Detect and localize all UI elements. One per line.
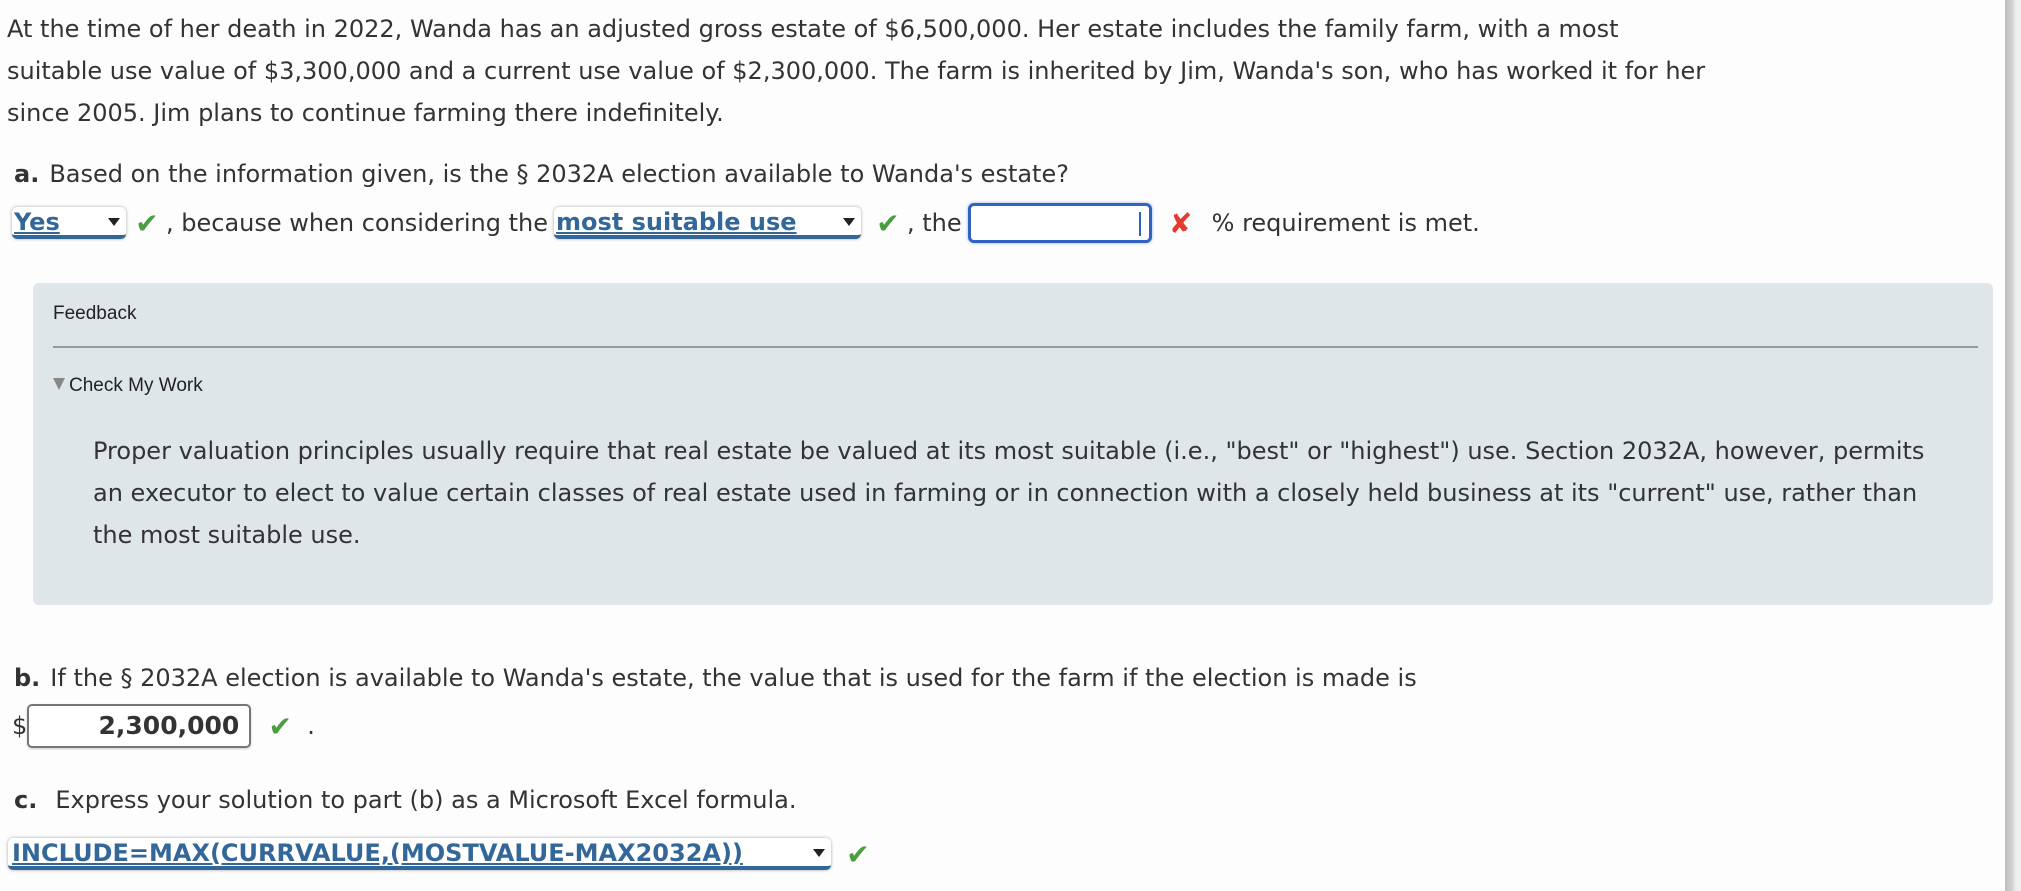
feedback-title: Feedback bbox=[53, 303, 137, 324]
excel-formula-select[interactable]: INCLUDE=MAX(CURRVALUE,(MOSTVALUE-MAX2032… bbox=[8, 838, 831, 870]
part-b-label: b. bbox=[14, 664, 41, 692]
correct-check-icon: ✔ bbox=[268, 709, 293, 743]
chevron-down-icon[interactable] bbox=[813, 849, 825, 857]
valuation-basis-select[interactable]: most suitable use bbox=[553, 207, 861, 239]
part-b-question: b. If the § 2032A election is available t… bbox=[14, 658, 1417, 698]
farm-value-input[interactable]: 2,300,000 bbox=[27, 704, 252, 748]
incorrect-x-icon: ✘ bbox=[1168, 206, 1193, 240]
feedback-panel: Feedback Check My Work Proper valuation … bbox=[33, 283, 1993, 605]
part-a-text-requirement: % requirement is met. bbox=[1211, 209, 1480, 237]
part-a-question-text: Based on the information given, is the §… bbox=[49, 160, 1069, 188]
percentage-requirement-input[interactable] bbox=[967, 203, 1152, 243]
part-a-text-because: , because when considering the bbox=[166, 209, 548, 237]
part-b-question-text: If the § 2032A election is available to … bbox=[50, 664, 1417, 692]
chevron-down-icon[interactable] bbox=[108, 218, 120, 226]
part-a-label: a. bbox=[14, 160, 40, 188]
availability-select[interactable]: Yes bbox=[12, 207, 126, 239]
part-c-answer-row: INCLUDE=MAX(CURRVALUE,(MOSTVALUE-MAX2032… bbox=[8, 836, 873, 872]
part-b-trailing-period: . bbox=[307, 712, 315, 740]
part-a-question: a. Based on the information given, is the… bbox=[14, 154, 1069, 194]
currency-symbol: $ bbox=[12, 712, 28, 740]
correct-check-icon: ✔ bbox=[876, 206, 900, 240]
part-c-question-text: Express your solution to part (b) as a M… bbox=[55, 786, 797, 814]
check-my-work-label: Check My Work bbox=[69, 375, 203, 396]
feedback-divider bbox=[53, 346, 1978, 348]
part-c-question: c. Express your solution to part (b) as a… bbox=[14, 780, 797, 820]
chevron-down-icon[interactable] bbox=[842, 218, 855, 226]
part-b-answer-row: $ 2,300,000 ✔ . bbox=[12, 704, 315, 748]
part-a-text-the: , the bbox=[906, 209, 962, 237]
triangle-down-icon bbox=[53, 378, 65, 390]
question-page: At the time of her death in 2022, Wanda … bbox=[0, 0, 2003, 891]
excel-formula-select-value: INCLUDE=MAX(CURRVALUE,(MOSTVALUE-MAX2032… bbox=[12, 839, 743, 867]
text-cursor bbox=[1138, 212, 1141, 236]
availability-select-value: Yes bbox=[14, 208, 60, 236]
vertical-scrollbar[interactable] bbox=[2005, 0, 2021, 891]
valuation-basis-select-value: most suitable use bbox=[555, 208, 797, 236]
feedback-explanation: Proper valuation principles usually requ… bbox=[93, 437, 1925, 549]
part-a-answer-row: Yes ✔ , because when considering the mos… bbox=[12, 203, 1480, 243]
check-my-work-toggle[interactable]: Check My Work bbox=[53, 375, 203, 397]
part-c-label: c. bbox=[14, 786, 38, 814]
correct-check-icon: ✔ bbox=[135, 206, 159, 240]
problem-statement: At the time of her death in 2022, Wanda … bbox=[7, 15, 1706, 127]
correct-check-icon: ✔ bbox=[846, 837, 870, 871]
